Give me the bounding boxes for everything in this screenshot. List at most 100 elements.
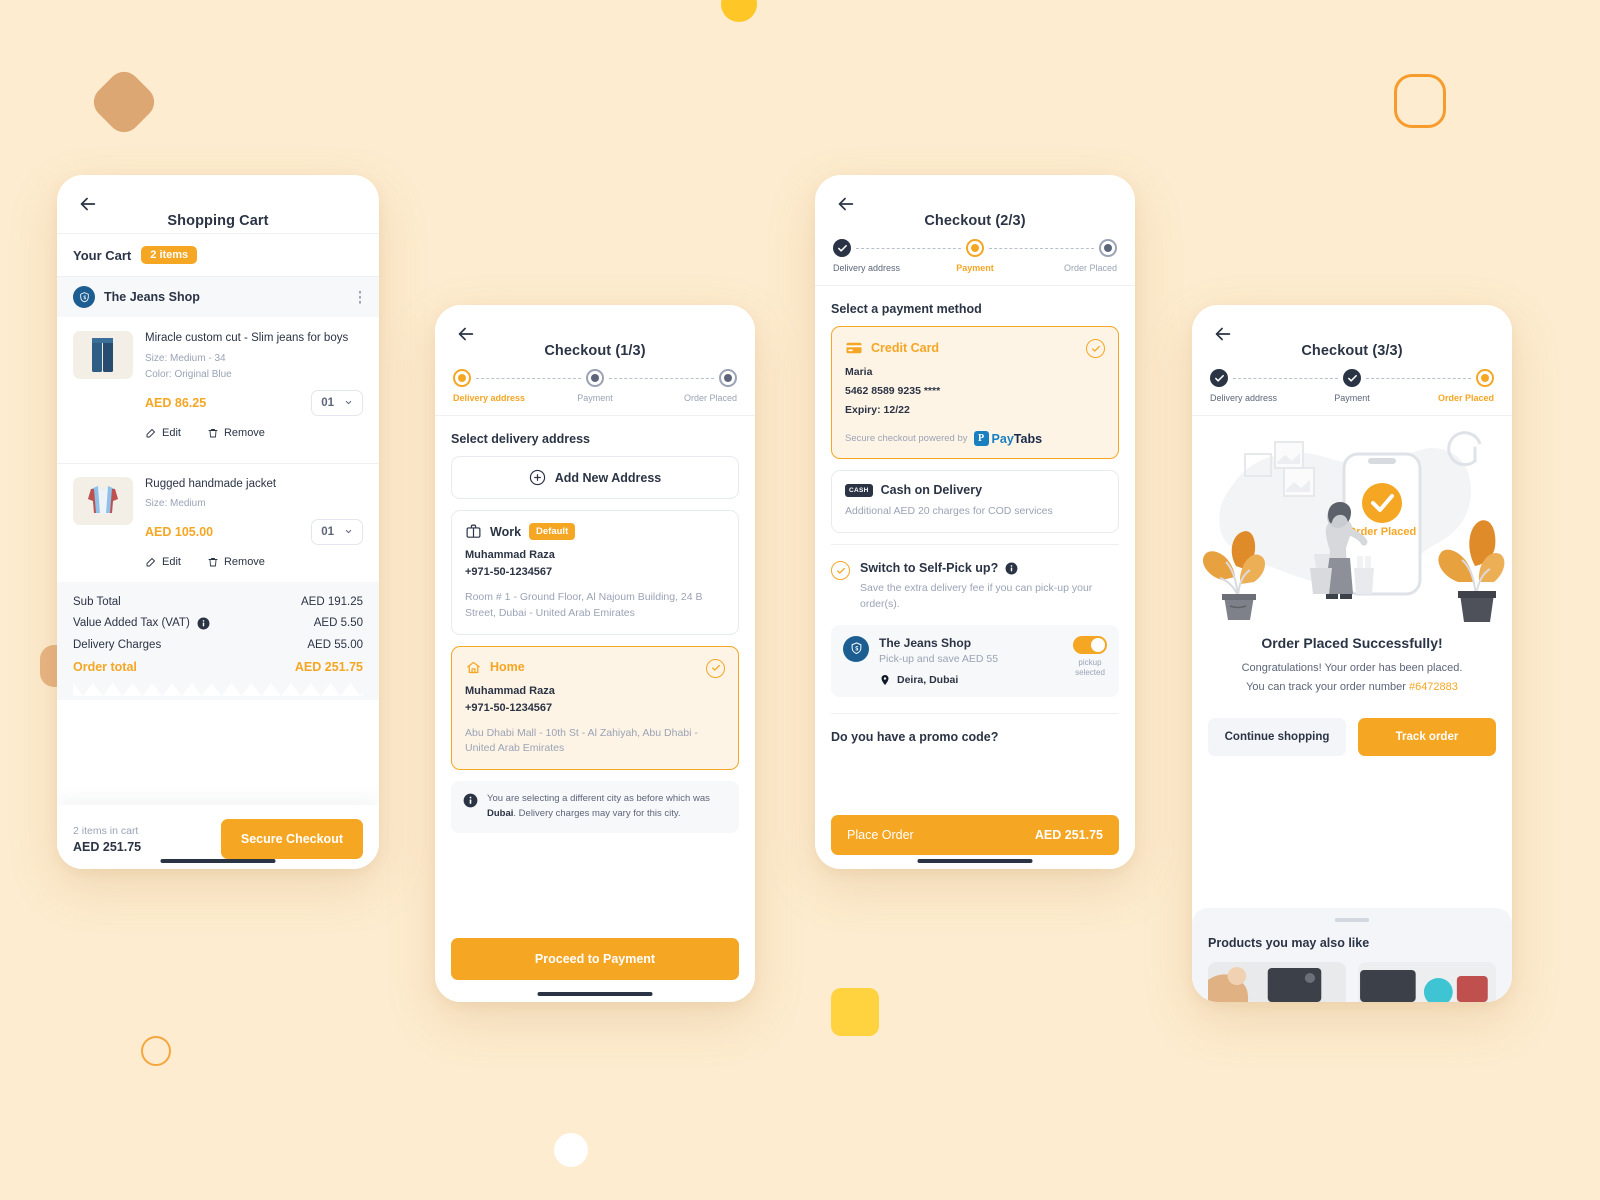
step-node-delivery[interactable]: [1210, 369, 1228, 387]
shop-logo-icon: [73, 286, 95, 308]
place-order-label: Place Order: [847, 828, 914, 842]
product-thumbnail-jeans: [73, 331, 133, 379]
pickup-location: Deira, Dubai: [879, 674, 1063, 686]
quantity-dropdown[interactable]: 01: [311, 389, 363, 416]
sheet-drag-handle[interactable]: [1335, 918, 1369, 922]
summary-value: AED 55.00: [307, 638, 363, 651]
step-label-payment: Payment: [577, 393, 613, 403]
edit-icon: [146, 428, 155, 437]
edit-icon: [146, 557, 155, 566]
address-phone: +971-50-1234567: [465, 701, 553, 714]
vat-label: Value Added Tax (VAT): [73, 617, 190, 630]
address-card-work[interactable]: Work Default Muhammad Raza +971-50-12345…: [451, 510, 739, 635]
page-title: Shopping Cart: [167, 213, 269, 229]
step-node-order-placed[interactable]: [719, 369, 737, 387]
quantity-value: 01: [321, 396, 334, 409]
product-thumbnail-jacket: [73, 476, 133, 525]
edit-item-button[interactable]: Edit: [145, 427, 181, 439]
continue-shopping-button[interactable]: Continue shopping: [1208, 718, 1346, 757]
step-node-payment[interactable]: [966, 239, 984, 257]
pickup-savings: Pick-up and save AED 55: [879, 652, 999, 665]
info-icon[interactable]: [197, 617, 210, 630]
quantity-dropdown[interactable]: 01: [311, 518, 363, 545]
phone-shopping-cart: Shopping Cart Your Cart 2 items The Jean…: [57, 175, 379, 869]
success-heading: Order Placed Successfully!: [1261, 635, 1443, 651]
paytabs-word-tabs: Tabs: [1013, 431, 1043, 446]
cart-item: Miracle custom cut - Slim jeans for boys…: [57, 317, 379, 451]
footer-items-count: 2 items in cart: [73, 824, 139, 837]
phone-payment-method: Checkout (2/3) Delivery address Payment …: [815, 175, 1135, 869]
chevron-down-icon: [345, 529, 352, 534]
edit-item-button[interactable]: Edit: [145, 556, 181, 568]
place-order-button[interactable]: Place Order AED 251.75: [831, 815, 1119, 855]
back-arrow-icon[interactable]: [1212, 323, 1234, 345]
proceed-to-payment-button[interactable]: Proceed to Payment: [451, 938, 739, 980]
receipt-zigzag-edge: [73, 682, 363, 696]
step-node-payment[interactable]: [1343, 369, 1361, 387]
card-number: 5462 8589 9235 ****: [845, 384, 941, 397]
product-size: Size: Medium: [145, 498, 206, 510]
shop-options-kebab-icon[interactable]: [358, 290, 361, 304]
phone-delivery-address: Checkout (1/3) Delivery address Payment …: [435, 305, 755, 1002]
cash-icon: CASH: [845, 483, 873, 497]
address-selected-check-icon: [706, 658, 725, 678]
step-node-delivery[interactable]: [453, 369, 471, 387]
paytabs-badge: Secure checkout powered by P PayTabs: [845, 431, 1105, 447]
address-card-home[interactable]: Home Muhammad Raza +971-50-1234567 Abu D…: [451, 645, 739, 771]
notice-text: You are selecting a different city as be…: [487, 792, 727, 821]
recommended-product-card[interactable]: [1358, 962, 1496, 1002]
recommended-product-card[interactable]: [1208, 962, 1346, 1002]
shop-name: The Jeans Shop: [104, 290, 200, 304]
paytabs-mark: P: [973, 431, 989, 447]
briefcase-icon: [466, 524, 481, 538]
track-order-button[interactable]: Track order: [1358, 718, 1496, 757]
self-pickup-description: Save the extra delivery fee if you can p…: [860, 582, 1093, 610]
checkout-stepper: Delivery address Payment Order Placed: [435, 363, 755, 415]
recommendations-title: Products you may also like: [1208, 936, 1370, 950]
remove-item-button[interactable]: Remove: [207, 556, 265, 568]
edit-label: Edit: [162, 426, 181, 439]
remove-label: Remove: [223, 555, 265, 568]
success-actions: Continue shopping Track order: [1192, 696, 1512, 757]
decor-yellow-dot-top: [721, 0, 757, 22]
payment-method-cash-on-delivery[interactable]: CASH Cash on Delivery Additional AED 20 …: [831, 470, 1119, 534]
paytabs-logo-icon: P PayTabs: [973, 431, 1043, 447]
back-arrow-icon[interactable]: [455, 323, 477, 345]
address-person: Muhammad Raza: [465, 549, 555, 561]
self-pickup-check-icon[interactable]: [831, 561, 850, 581]
decor-white-dot: [554, 1133, 588, 1167]
back-arrow-icon[interactable]: [835, 193, 857, 215]
self-pickup-title: Switch to Self-Pick up?: [860, 561, 1119, 575]
step-node-payment[interactable]: [586, 369, 604, 387]
success-header: Checkout (3/3): [1192, 305, 1512, 363]
plus-circle-icon: [529, 469, 545, 486]
chevron-down-icon: [345, 400, 352, 405]
self-pickup-section: Switch to Self-Pick up? Save the extra d…: [815, 545, 1135, 613]
summary-label: Delivery Charges: [73, 638, 162, 651]
payment-method-credit-card[interactable]: Credit Card Maria 5462 8589 9235 **** Ex…: [831, 326, 1119, 460]
secure-checkout-button[interactable]: Secure Checkout: [220, 819, 363, 859]
notice-suffix: . Delivery charges may vary for this cit…: [513, 807, 681, 819]
remove-item-button[interactable]: Remove: [207, 427, 265, 439]
step-node-order-placed[interactable]: [1476, 369, 1494, 387]
secure-checkout-label: Secure checkout powered by: [845, 433, 968, 445]
success-message: Congratulations! Your order has been pla…: [1192, 659, 1512, 696]
card-holder: Maria: [845, 366, 873, 378]
back-arrow-icon[interactable]: [77, 193, 99, 215]
step-node-order-placed[interactable]: [1099, 239, 1117, 257]
place-order-amount: AED 251.75: [1034, 828, 1103, 842]
shop-row[interactable]: The Jeans Shop: [57, 277, 379, 317]
step-node-delivery[interactable]: [833, 239, 851, 257]
add-new-address-button[interactable]: Add New Address: [451, 456, 739, 499]
step-label-delivery: Delivery address: [1210, 393, 1278, 403]
pickup-toggle[interactable]: [1073, 635, 1107, 654]
info-icon[interactable]: [1005, 562, 1018, 575]
home-indicator: [917, 859, 1033, 863]
recommendations-sheet[interactable]: Products you may also like: [1192, 908, 1512, 1002]
home-icon: [467, 661, 480, 673]
pickup-shop-card[interactable]: The Jeans Shop Pick-up and save AED 55 D…: [831, 624, 1119, 697]
product-name: Miracle custom cut - Slim jeans for boys: [145, 332, 349, 344]
payment-selected-check-icon: [1086, 339, 1105, 358]
toggle-caption-line2: selected: [1075, 668, 1105, 678]
shop-logo-icon: [843, 635, 869, 662]
